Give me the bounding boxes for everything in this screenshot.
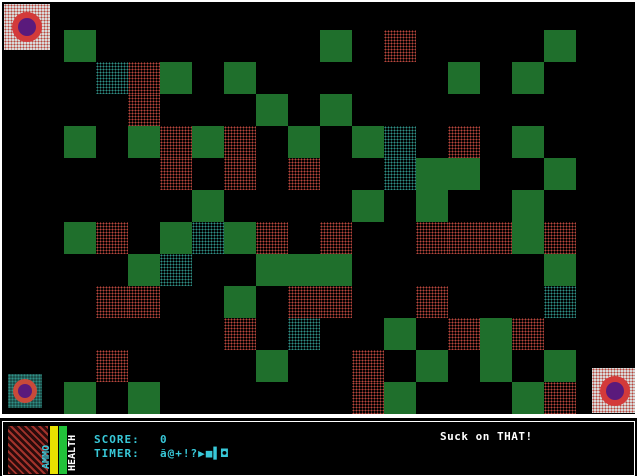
wall-tile bbox=[416, 350, 448, 382]
wall-tile bbox=[544, 30, 576, 62]
wall-tile bbox=[256, 350, 288, 382]
status-message: Suck on THAT! bbox=[440, 430, 533, 443]
wall-tile bbox=[128, 254, 160, 286]
score-label: SCORE: bbox=[94, 433, 140, 446]
player-bottom-left bbox=[8, 374, 42, 408]
wall-tile bbox=[224, 62, 256, 94]
wall-tile bbox=[544, 254, 576, 286]
wall-tile bbox=[320, 254, 352, 286]
wall-tile bbox=[64, 126, 96, 158]
brick-tile bbox=[128, 94, 160, 126]
brick-tile bbox=[96, 286, 128, 318]
wall-tile bbox=[544, 350, 576, 382]
brick-tile bbox=[224, 158, 256, 190]
brick-tile bbox=[416, 222, 448, 254]
brick-tile bbox=[352, 350, 384, 382]
wall-tile bbox=[416, 190, 448, 222]
player-bottom-right bbox=[592, 368, 635, 413]
wall-tile bbox=[224, 286, 256, 318]
wall-tile bbox=[192, 190, 224, 222]
wall-tile bbox=[128, 126, 160, 158]
wall-tile bbox=[416, 158, 448, 190]
brick-tile bbox=[320, 222, 352, 254]
player-top-left bbox=[4, 4, 50, 50]
teal-brick-tile bbox=[192, 222, 224, 254]
wall-tile bbox=[384, 318, 416, 350]
brick-tile bbox=[96, 350, 128, 382]
status-bar: AMMO HEALTH SCORE: 0 TIMER: ã@+!?▶■▌◘ Su… bbox=[0, 416, 637, 476]
wall-tile bbox=[160, 62, 192, 94]
wall-tile bbox=[192, 126, 224, 158]
wall-tile bbox=[480, 318, 512, 350]
brick-tile bbox=[544, 382, 576, 414]
brick-tile bbox=[448, 222, 480, 254]
brick-tile bbox=[160, 158, 192, 190]
wall-tile bbox=[224, 222, 256, 254]
wall-tile bbox=[512, 190, 544, 222]
brick-tile bbox=[288, 286, 320, 318]
brick-tile bbox=[320, 286, 352, 318]
brick-tile bbox=[448, 318, 480, 350]
brick-tile bbox=[96, 222, 128, 254]
player-core bbox=[18, 384, 32, 398]
wall-tile bbox=[288, 254, 320, 286]
wall-tile bbox=[64, 30, 96, 62]
wall-tile bbox=[256, 254, 288, 286]
wall-tile bbox=[128, 382, 160, 414]
brick-tile bbox=[224, 126, 256, 158]
health-bar bbox=[59, 426, 67, 474]
brick-tile bbox=[288, 158, 320, 190]
brick-tile bbox=[544, 222, 576, 254]
wall-tile bbox=[544, 158, 576, 190]
wall-tile bbox=[64, 222, 96, 254]
game-arena bbox=[0, 0, 637, 416]
wall-tile bbox=[384, 382, 416, 414]
timer-label: TIMER: bbox=[94, 447, 140, 460]
brick-tile bbox=[384, 30, 416, 62]
teal-brick-tile bbox=[288, 318, 320, 350]
teal-brick-tile bbox=[96, 62, 128, 94]
wall-tile bbox=[256, 94, 288, 126]
player-core bbox=[605, 381, 624, 400]
wall-tile bbox=[512, 126, 544, 158]
ammo-label: AMMO bbox=[41, 444, 52, 469]
brick-tile bbox=[160, 126, 192, 158]
brick-tile bbox=[416, 286, 448, 318]
wall-tile bbox=[320, 30, 352, 62]
wall-tile bbox=[448, 62, 480, 94]
wall-tile bbox=[64, 382, 96, 414]
brick-tile bbox=[512, 318, 544, 350]
wall-tile bbox=[352, 190, 384, 222]
teal-brick-tile bbox=[384, 158, 416, 190]
teal-brick-tile bbox=[544, 286, 576, 318]
brick-tile bbox=[224, 318, 256, 350]
brick-tile bbox=[480, 222, 512, 254]
wall-tile bbox=[320, 94, 352, 126]
player-core bbox=[18, 18, 36, 36]
teal-brick-tile bbox=[160, 254, 192, 286]
wall-tile bbox=[480, 350, 512, 382]
brick-tile bbox=[448, 126, 480, 158]
status-panel: AMMO HEALTH SCORE: 0 TIMER: ã@+!?▶■▌◘ Su… bbox=[2, 421, 635, 476]
teal-brick-tile bbox=[384, 126, 416, 158]
brick-tile bbox=[128, 62, 160, 94]
wall-tile bbox=[352, 126, 384, 158]
wall-tile bbox=[512, 62, 544, 94]
score-value: 0 bbox=[160, 433, 168, 446]
brick-tile bbox=[128, 286, 160, 318]
wall-tile bbox=[448, 158, 480, 190]
wall-tile bbox=[160, 222, 192, 254]
wall-tile bbox=[288, 126, 320, 158]
wall-tile bbox=[512, 382, 544, 414]
brick-tile bbox=[352, 382, 384, 414]
brick-tile bbox=[256, 222, 288, 254]
timer-value: ã@+!?▶■▌◘ bbox=[160, 447, 229, 460]
health-label: HEALTH bbox=[67, 434, 78, 471]
wall-tile bbox=[512, 222, 544, 254]
